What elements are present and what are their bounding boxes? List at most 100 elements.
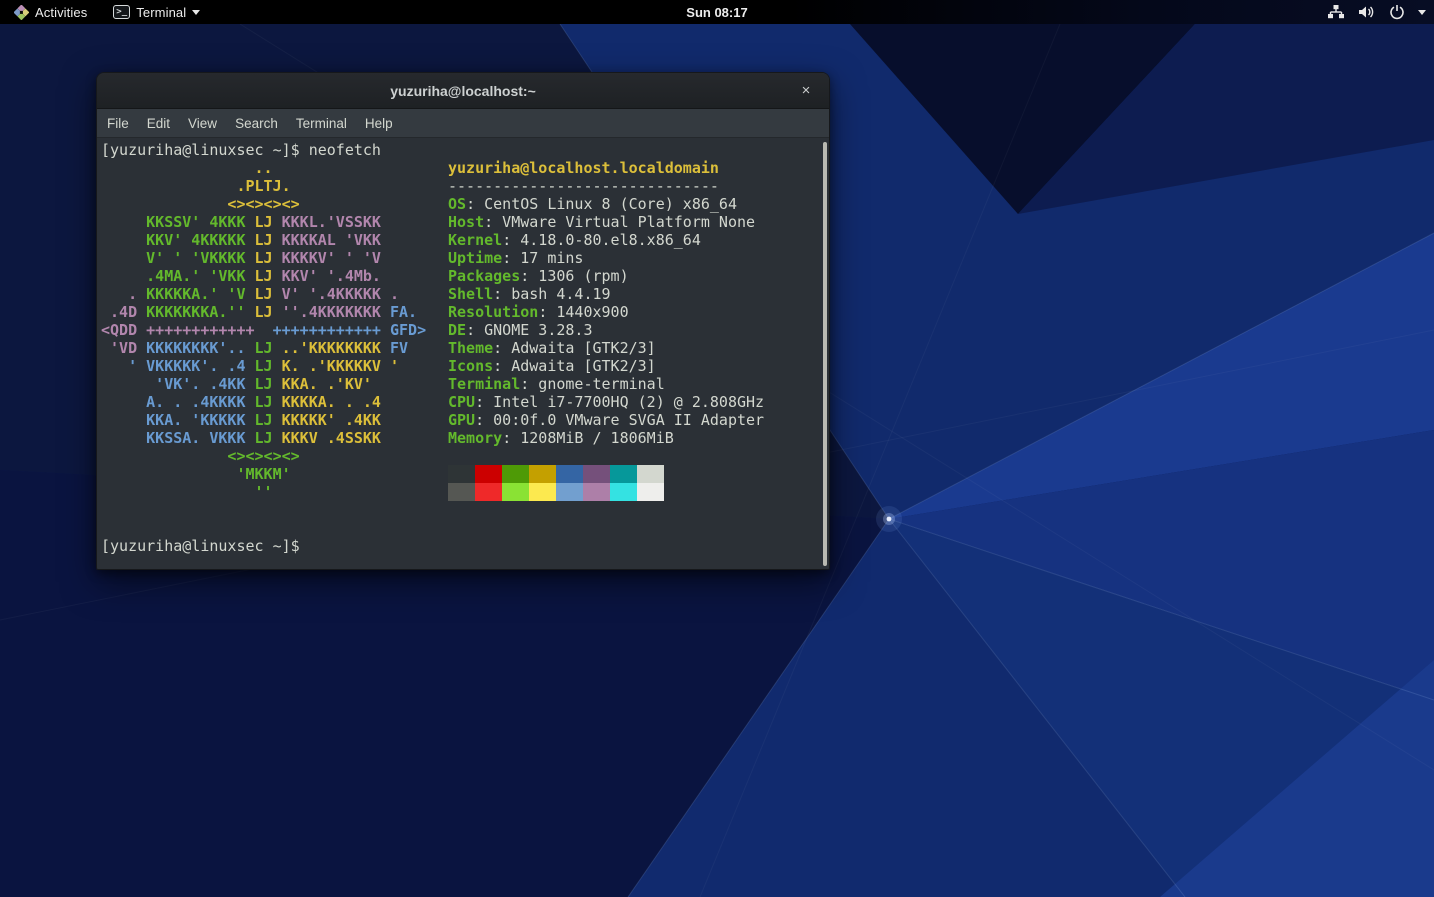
close-button[interactable]: × <box>793 78 819 104</box>
clock[interactable]: Sun 08:17 <box>0 5 1434 20</box>
neofetch-field: Terminal: gnome-terminal <box>448 375 764 393</box>
term-text-segment: .. <box>101 159 273 177</box>
blank-line <box>448 447 764 465</box>
term-text-segment: LJ <box>255 375 273 393</box>
neofetch-field: Packages: 1306 (rpm) <box>448 267 764 285</box>
field-label: Memory <box>448 429 502 447</box>
term-text-segment: .PLTJ. <box>101 177 291 195</box>
field-label: Packages <box>448 267 520 285</box>
menu-edit[interactable]: Edit <box>138 109 179 138</box>
palette-swatch <box>556 465 583 483</box>
menu-search[interactable]: Search <box>226 109 287 138</box>
term-text-segment: KKSSA. VKKK <box>101 429 255 447</box>
neofetch-field: Uptime: 17 mins <box>448 249 764 267</box>
terminal-line: <QDD ++++++++++++ ++++++++++++ GFD> <box>101 321 426 339</box>
field-label: GPU <box>448 411 475 429</box>
terminal-line: 'VK'. .4KK LJ KKA. .'KV' <box>101 375 426 393</box>
term-text-segment: LJ <box>255 267 273 285</box>
menu-bar: FileEditViewSearchTerminalHelp <box>97 109 829 138</box>
terminal-line: .4D KKKKKKKA.'' LJ ''.4KKKKKKK FA. <box>101 303 426 321</box>
app-menu-label: Terminal <box>136 5 186 20</box>
neofetch-field: Memory: 1208MiB / 1806MiB <box>448 429 764 447</box>
term-text-segment: LJ <box>255 339 273 357</box>
term-text-segment: LJ <box>255 393 273 411</box>
terminal-line: . KKKKKA.' 'V LJ V' '.4KKKKK . <box>101 285 426 303</box>
menu-file[interactable]: File <box>98 109 138 138</box>
menu-terminal[interactable]: Terminal <box>287 109 356 138</box>
term-text-segment: LJ <box>255 429 282 447</box>
palette-swatch <box>637 465 664 483</box>
term-text-segment: LJ <box>255 213 273 231</box>
power-icon[interactable] <box>1389 4 1405 20</box>
term-text-segment: V' '.4KKKKK . <box>273 285 399 303</box>
field-value: : Intel i7-7700HQ (2) @ 2.808GHz <box>475 393 764 411</box>
color-palette-row-2 <box>448 483 764 501</box>
field-label: Shell <box>448 285 493 303</box>
terminal-line: KKSSV' 4KKK LJ KKKL.'VSSKK <box>101 213 426 231</box>
chevron-down-icon <box>192 10 200 15</box>
palette-swatch <box>502 483 529 501</box>
field-value: : 1208MiB / 1806MiB <box>502 429 674 447</box>
term-text-segment: KKV' 4KKKKK <box>101 231 255 249</box>
terminal-line: 'VD KKKKKKKK'.. LJ ..'KKKKKKKK FV <box>101 339 426 357</box>
field-value: : VMware Virtual Platform None <box>484 213 755 231</box>
term-text-segment: KKSSV' 4KKK <box>101 213 255 231</box>
term-text-segment: FA. <box>390 303 417 321</box>
field-label: Theme <box>448 339 493 357</box>
field-value: : 4.18.0-80.el8.x86_64 <box>502 231 701 249</box>
field-value: : Adwaita [GTK2/3] <box>493 339 656 357</box>
term-text-segment: <QDD ++++++++++++ <box>101 321 264 339</box>
term-text-segment: ++++++++++++ GFD> <box>264 321 427 339</box>
terminal-line: <><><><> <box>101 195 426 213</box>
window-title: yuzuriha@localhost:~ <box>390 83 536 99</box>
volume-icon[interactable] <box>1358 4 1376 20</box>
terminal-line: KKV' 4KKKKK LJ KKKKAL 'VKK <box>101 231 426 249</box>
term-text-segment: LJ <box>255 285 273 303</box>
term-text-segment: LJ <box>255 249 273 267</box>
term-text-segment: [yuzuriha@linuxsec ~]$ neofetch <box>101 141 381 159</box>
palette-swatch <box>475 465 502 483</box>
palette-swatch <box>556 483 583 501</box>
neofetch-field: OS: CentOS Linux 8 (Core) x86_64 <box>448 195 764 213</box>
neofetch-field: Shell: bash 4.4.19 <box>448 285 764 303</box>
term-text-segment: KKKL.'VSSKK <box>273 213 381 231</box>
term-text-segment: A. . .4KKKK <box>101 393 255 411</box>
neofetch-field: Icons: Adwaita [GTK2/3] <box>448 357 764 375</box>
window-title-bar[interactable]: yuzuriha@localhost:~ × <box>97 73 829 109</box>
field-value: : 1440x900 <box>538 303 628 321</box>
field-label: Host <box>448 213 484 231</box>
menu-help[interactable]: Help <box>356 109 402 138</box>
system-menu-chevron-icon[interactable] <box>1418 10 1426 15</box>
field-value: : 00:0f.0 VMware SVGA II Adapter <box>475 411 764 429</box>
field-value: : CentOS Linux 8 (Core) x86_64 <box>466 195 737 213</box>
terminal-line: .. <box>101 159 426 177</box>
field-label: DE <box>448 321 466 339</box>
terminal-line: ' VKKKKK'. .4 LJ K. .'KKKKKV ' <box>101 357 426 375</box>
palette-swatch <box>583 465 610 483</box>
field-label: Kernel <box>448 231 502 249</box>
terminal-prompt-line: [yuzuriha@linuxsec ~]$ neofetch <box>101 141 381 159</box>
term-text-segment: '' <box>101 483 273 501</box>
color-palette-row-1 <box>448 465 764 483</box>
neofetch-field: GPU: 00:0f.0 VMware SVGA II Adapter <box>448 411 764 429</box>
terminal-content[interactable]: [yuzuriha@linuxsec ~]$ neofetch .. .PLTJ… <box>97 138 829 569</box>
field-value: : 17 mins <box>502 249 583 267</box>
app-menu-terminal[interactable]: >_ Terminal <box>107 0 206 24</box>
activities-button[interactable]: Activities <box>8 0 93 24</box>
term-text-segment: KKA. 'KKKKK <box>101 411 255 429</box>
term-text-segment: .4MA.' 'VKK <box>101 267 255 285</box>
term-text-segment: [yuzuriha@linuxsec ~]$ <box>101 537 300 555</box>
terminal-line: 'MKKM' <box>101 465 426 483</box>
terminal-line: '' <box>101 483 426 501</box>
field-value: : bash 4.4.19 <box>493 285 610 303</box>
term-text-segment: 'MKKM' <box>101 465 291 483</box>
menu-view[interactable]: View <box>179 109 226 138</box>
term-text-segment: KKKKV' ' 'V <box>273 249 381 267</box>
neofetch-field: Resolution: 1440x900 <box>448 303 764 321</box>
scrollbar-thumb[interactable] <box>823 142 827 566</box>
neofetch-field: CPU: Intel i7-7700HQ (2) @ 2.808GHz <box>448 393 764 411</box>
network-icon[interactable] <box>1327 4 1345 20</box>
neofetch-field: DE: GNOME 3.28.3 <box>448 321 764 339</box>
term-text-segment: 'VD <box>101 339 146 357</box>
term-text-segment: FV <box>390 339 408 357</box>
